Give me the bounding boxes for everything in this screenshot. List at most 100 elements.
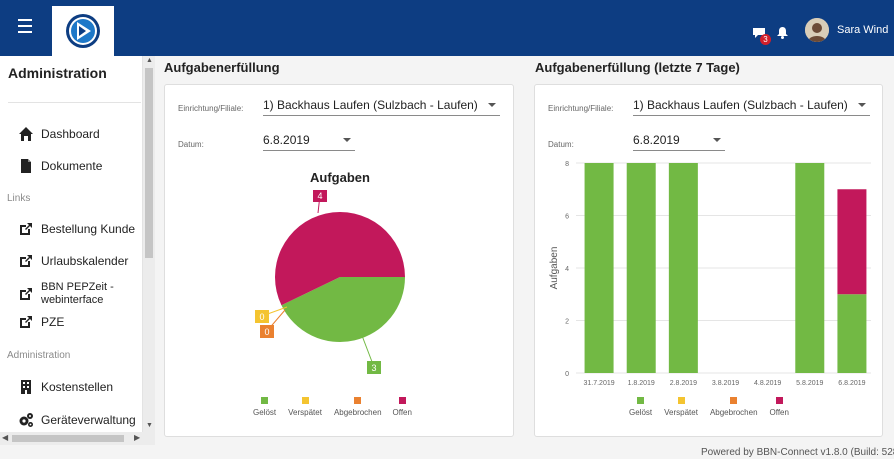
x-tick-label: 3.8.2019 — [712, 380, 739, 387]
svg-text:0: 0 — [259, 312, 264, 322]
legend-label: Offen — [392, 408, 412, 417]
y-tick-label: 6 — [565, 214, 569, 221]
x-tick-label: 1.8.2019 — [628, 380, 655, 387]
tasks-pie-chart: 3 00 4 — [255, 190, 405, 374]
bar-gelost-1-8-2019[interactable] — [626, 163, 656, 373]
legend-swatch — [677, 397, 685, 404]
legend-item-offen[interactable]: Offen — [770, 397, 789, 417]
chevron-down-icon — [343, 138, 351, 142]
bar-gelost-5-8-2019[interactable] — [795, 163, 825, 373]
sidebar-vertical-scrollbar[interactable]: ▲ ▼ — [143, 56, 155, 432]
y-tick-label: 0 — [565, 371, 569, 378]
legend-swatch — [730, 397, 738, 404]
legend-item-abgebrochen[interactable]: Abgebrochen — [334, 397, 382, 417]
sidebar: Administration Dashboard Dokumente Links… — [0, 56, 143, 432]
x-tick-label: 5.8.2019 — [796, 380, 823, 387]
gears-icon — [19, 413, 33, 427]
legend-item-verspatet[interactable]: Verspätet — [664, 397, 698, 417]
chevron-down-icon — [858, 103, 866, 107]
scroll-up-icon[interactable]: ▲ — [146, 57, 153, 64]
x-tick-label: 6.8.2019 — [838, 380, 865, 387]
tasks-7days-bar-chart: 0 2 4 6 8 Aufgaben 31.7.2019 1.8.2019 2.8.2019 3.… — [549, 161, 871, 387]
sidebar-item-label: Geräteverwaltung — [41, 413, 136, 427]
sidebar-item-label: BBN PEPZeit - — [41, 281, 114, 293]
facility-value: 1) Backhaus Laufen (Sulzbach - Laufen) — [633, 98, 848, 112]
date-label: Datum: — [548, 140, 574, 149]
date-label: Datum: — [178, 140, 204, 149]
y-axis-label: Aufgaben — [549, 247, 560, 290]
legend-item-offen[interactable]: Offen — [393, 397, 412, 417]
app-logo[interactable] — [52, 6, 114, 56]
sidebar-item-label: PZE — [41, 315, 65, 329]
y-tick-label: 8 — [565, 161, 569, 168]
sidebar-item-dashboard[interactable]: Dashboard — [18, 124, 100, 144]
footer-version: Powered by BBN-Connect v1.8.0 (Build: 52… — [701, 447, 894, 458]
external-link-icon — [20, 316, 32, 328]
legend-label: Abgebrochen — [709, 408, 758, 417]
legend-item-gelost[interactable]: Gelöst — [253, 397, 276, 417]
legend-item-abgebrochen[interactable]: Abgebrochen — [710, 397, 758, 417]
sidebar-item-bestellung-kunde[interactable]: Bestellung Kunde — [18, 219, 135, 239]
scrollbar-thumb[interactable] — [12, 435, 124, 442]
sidebar-horizontal-scrollbar[interactable]: ◀ ▶ — [0, 432, 155, 445]
task-completion-7days-card: Einrichtung/Filiale: 1) Backhaus Laufen … — [534, 84, 883, 437]
sidebar-item-label: Kostenstellen — [41, 380, 114, 394]
hamburger-menu-icon[interactable] — [18, 19, 32, 33]
panel-title-left: Aufgabenerfüllung — [164, 60, 280, 75]
chat-badge: 3 — [760, 34, 771, 45]
sidebar-item-label: Urlaubskalender — [41, 254, 129, 268]
y-tick-label: 4 — [565, 266, 569, 273]
divider — [8, 102, 141, 103]
bar-legend: Gelöst Verspätet Abgebrochen Offen — [629, 397, 801, 417]
section-label-links: Links — [7, 193, 31, 204]
facility-select[interactable]: 1) Backhaus Laufen (Sulzbach - Laufen) — [633, 98, 870, 116]
facility-label: Einrichtung/Filiale: — [178, 104, 244, 113]
user-avatar-icon — [805, 18, 829, 42]
building-icon — [21, 380, 31, 394]
facility-select[interactable]: 1) Backhaus Laufen (Sulzbach - Laufen) — [263, 98, 500, 116]
pie-legend: Gelöst Verspätet Abgebrochen Offen — [253, 397, 424, 417]
legend-label: Offen — [769, 408, 789, 417]
sidebar-title: Administration — [8, 65, 107, 81]
scroll-down-icon[interactable]: ▼ — [146, 422, 153, 429]
legend-label: Abgebrochen — [333, 408, 382, 417]
notifications-button[interactable] — [777, 26, 788, 44]
sidebar-item-label-line2: webinterface — [41, 294, 104, 306]
panel-title-right: Aufgabenerfüllung (letzte 7 Tage) — [535, 60, 740, 75]
sidebar-item-bbn-pepzeit[interactable]: BBN PEPZeit - webinterface — [18, 278, 114, 310]
sidebar-item-dokumente[interactable]: Dokumente — [18, 156, 102, 176]
home-icon — [19, 127, 33, 141]
chat-button[interactable]: 3 — [752, 26, 771, 45]
legend-item-verspatet[interactable]: Verspätet — [288, 397, 322, 417]
chart-title: Aufgaben — [310, 170, 370, 185]
external-link-icon — [20, 255, 32, 267]
external-link-icon — [20, 288, 32, 300]
document-icon — [21, 159, 31, 173]
date-select[interactable]: 6.8.2019 — [263, 133, 355, 151]
sidebar-item-label: Dokumente — [41, 159, 103, 173]
sidebar-item-geraeteverwaltung[interactable]: Geräteverwaltung — [18, 410, 136, 430]
scroll-left-icon[interactable]: ◀ — [2, 433, 8, 442]
date-value: 6.8.2019 — [633, 133, 680, 147]
pie-data-label-verspatet: 0 — [255, 306, 288, 323]
scroll-right-icon[interactable]: ▶ — [134, 433, 140, 442]
sidebar-item-kostenstellen[interactable]: Kostenstellen — [18, 377, 113, 397]
scrollbar-thumb[interactable] — [145, 68, 153, 258]
date-value: 6.8.2019 — [263, 133, 310, 147]
sidebar-item-pze[interactable]: PZE — [18, 312, 64, 332]
bar-offen-6-8-2019[interactable] — [837, 189, 867, 295]
legend-item-gelost[interactable]: Gelöst — [629, 397, 652, 417]
bar-gelost-2-8-2019[interactable] — [668, 163, 698, 373]
bar-gelost-6-8-2019[interactable] — [837, 294, 867, 373]
bar-gelost-31-7-2019[interactable] — [584, 163, 614, 373]
section-label-administration: Administration — [7, 350, 71, 361]
legend-swatch — [261, 397, 269, 404]
legend-swatch — [775, 397, 783, 404]
external-link-icon — [20, 223, 32, 235]
avatar[interactable] — [805, 18, 829, 42]
date-select[interactable]: 6.8.2019 — [633, 133, 725, 151]
legend-label: Verspätet — [664, 408, 698, 417]
user-name[interactable]: Sara Wind — [837, 24, 888, 36]
sidebar-item-urlaubskalender[interactable]: Urlaubskalender — [18, 251, 128, 271]
chevron-down-icon — [713, 138, 721, 142]
